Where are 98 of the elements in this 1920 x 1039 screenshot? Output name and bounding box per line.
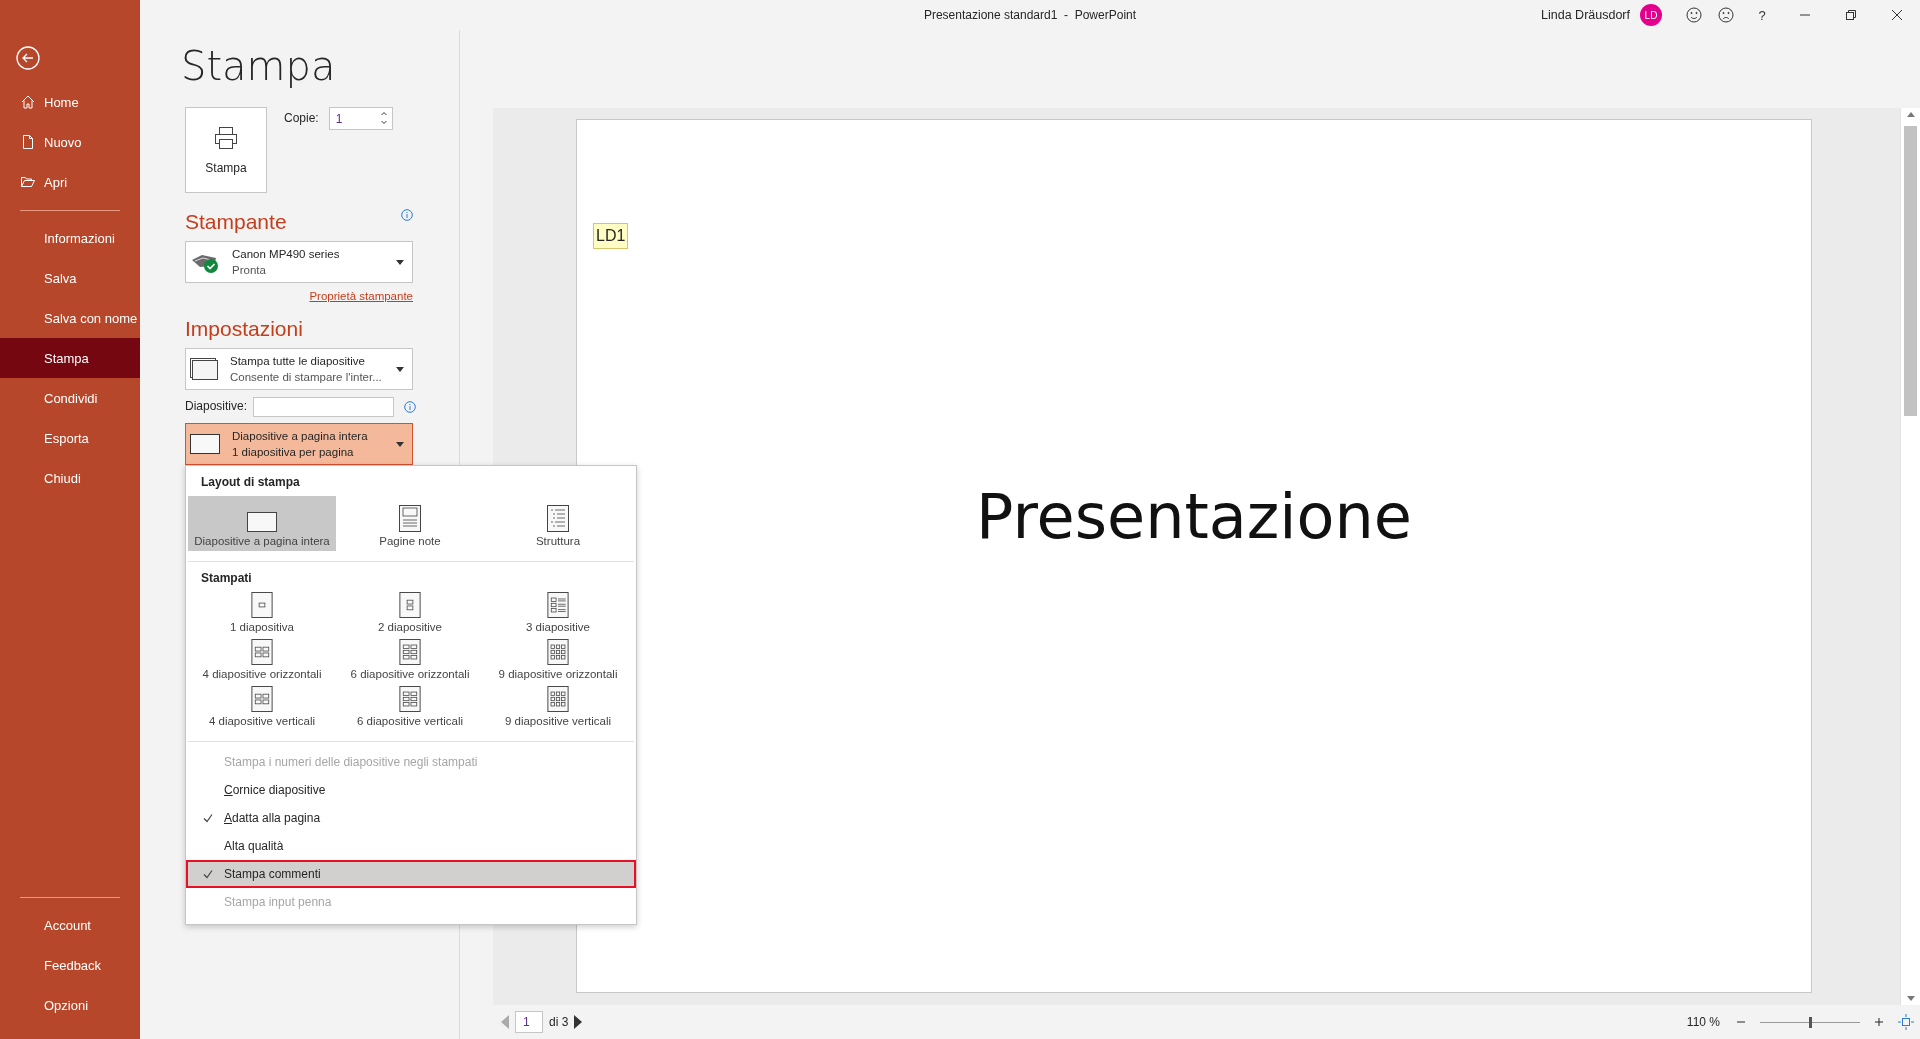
sidebar-item[interactable]: Chiudi bbox=[0, 458, 140, 498]
sidebar-item[interactable]: Stampa bbox=[0, 338, 140, 378]
close-icon bbox=[1891, 9, 1903, 21]
check-icon bbox=[202, 868, 214, 880]
sidebar-item[interactable]: Account bbox=[0, 905, 140, 945]
layout-option[interactable]: 6 diapositive orizzontali bbox=[336, 639, 484, 684]
sidebar-item[interactable]: Esporta bbox=[0, 418, 140, 458]
handout-icon bbox=[399, 592, 421, 618]
handout-icon bbox=[251, 592, 273, 618]
slide-title: Presentazione bbox=[976, 480, 1412, 553]
sidebar-item[interactable]: Salva bbox=[0, 258, 140, 298]
scrollbar-thumb[interactable] bbox=[1904, 126, 1917, 416]
page-number-field[interactable]: 1 bbox=[515, 1011, 543, 1033]
help-button[interactable]: ? bbox=[1742, 0, 1782, 30]
scroll-down-icon bbox=[1905, 995, 1916, 1003]
scroll-up-icon bbox=[1905, 110, 1916, 118]
layout-option[interactable]: 9 diapositive verticali bbox=[484, 686, 632, 731]
caret-icon bbox=[396, 441, 404, 447]
handout-icon bbox=[547, 592, 569, 618]
notes-page-icon bbox=[399, 505, 421, 532]
zoom-in-icon bbox=[1874, 1017, 1884, 1027]
sidebar-item[interactable]: Nuovo bbox=[0, 122, 140, 162]
user-avatar[interactable]: LD bbox=[1640, 4, 1662, 26]
menu-option[interactable]: Alta qualità bbox=[186, 832, 636, 860]
printer-name: Canon MP490 series bbox=[232, 248, 341, 260]
handout-icon bbox=[399, 639, 421, 665]
outline-icon bbox=[547, 505, 569, 532]
layout-option[interactable]: 2 diapositive bbox=[336, 592, 484, 637]
printer-status: Pronta bbox=[232, 264, 267, 276]
check-icon bbox=[202, 812, 214, 824]
layout-subtitle: 1 diapositiva per pagina bbox=[232, 446, 355, 458]
menu-option[interactable]: Adatta alla pagina bbox=[186, 804, 636, 832]
menu-heading: Layout di stampa bbox=[200, 474, 301, 491]
sidebar-item[interactable]: Informazioni bbox=[0, 218, 140, 258]
menu-option[interactable]: Stampa commenti bbox=[186, 860, 636, 888]
menu-option[interactable]: Cornice diapositive bbox=[186, 776, 636, 804]
sidebar-item[interactable]: Apri bbox=[0, 162, 140, 202]
back-button[interactable] bbox=[16, 46, 40, 70]
print-button[interactable]: Stampa bbox=[185, 107, 267, 193]
page-count: di 3 bbox=[549, 1015, 569, 1029]
sidebar-item[interactable]: Feedback bbox=[0, 945, 140, 985]
layout-option[interactable]: Diapositive a pagina intera bbox=[188, 496, 336, 551]
slides-field[interactable] bbox=[253, 396, 395, 417]
home-icon bbox=[20, 94, 36, 110]
next-page-icon bbox=[574, 1015, 583, 1029]
window-title: Presentazione standard1 - PowerPoint bbox=[923, 8, 1137, 22]
zoom-level: 110 % bbox=[1686, 1015, 1720, 1029]
caret-icon bbox=[396, 259, 404, 265]
sidebar-item[interactable]: Opzioni bbox=[0, 985, 140, 1025]
layout-option[interactable]: Pagine note bbox=[336, 496, 484, 551]
comment-marker[interactable]: LD1 bbox=[593, 223, 629, 249]
smiley-icon bbox=[1686, 7, 1702, 23]
sidebar-item[interactable]: Home bbox=[0, 82, 140, 122]
page-title: Stampa bbox=[181, 42, 337, 91]
printer-dropdown[interactable]: Canon MP490 series Pronta bbox=[185, 241, 413, 283]
layout-dropdown[interactable]: Diapositive a pagina intera 1 diapositiva per pagina bbox=[185, 423, 413, 465]
folder-icon bbox=[20, 174, 36, 190]
menu-heading: Stampati bbox=[200, 570, 253, 587]
layout-option[interactable]: 6 diapositive verticali bbox=[336, 686, 484, 731]
layout-option[interactable]: 9 diapositive orizzontali bbox=[484, 639, 632, 684]
handout-icon bbox=[251, 639, 273, 665]
handout-icon bbox=[547, 686, 569, 712]
spin-arrows-icon bbox=[379, 110, 388, 126]
layout-option[interactable]: 3 diapositive bbox=[484, 592, 632, 637]
frown-icon bbox=[1718, 7, 1734, 23]
vertical-scrollbar[interactable] bbox=[1900, 108, 1920, 1005]
previous-page-icon bbox=[501, 1015, 509, 1029]
handout-icon bbox=[251, 686, 273, 712]
fit-to-window-icon bbox=[1898, 1014, 1914, 1030]
printer-properties-link[interactable]: Proprietà stampante bbox=[309, 286, 413, 306]
printer-icon bbox=[213, 125, 239, 151]
copies-field[interactable]: 1 bbox=[328, 107, 393, 130]
sidebar-item[interactable]: Condividi bbox=[0, 378, 140, 418]
restore-icon bbox=[1845, 9, 1857, 21]
back-icon bbox=[16, 46, 40, 70]
slide-icon bbox=[190, 434, 220, 454]
layout-title: Diapositive a pagina intera bbox=[232, 430, 369, 442]
layout-option[interactable]: 4 diapositive verticali bbox=[188, 686, 336, 731]
copies-label: Copie: bbox=[284, 110, 319, 127]
caret-icon bbox=[396, 366, 404, 372]
layout-option[interactable]: 1 diapositiva bbox=[188, 592, 336, 637]
layout-option[interactable]: Struttura bbox=[484, 496, 632, 551]
section-heading: Stampante bbox=[185, 209, 287, 235]
document-icon bbox=[20, 134, 36, 150]
slides-stack-icon bbox=[190, 358, 218, 380]
user-name: Linda Dräusdorf bbox=[1541, 8, 1630, 22]
info-icon bbox=[404, 400, 417, 413]
range-title: Stampa tutte le diapositive bbox=[230, 355, 366, 367]
slides-label: Diapositive: bbox=[185, 398, 248, 415]
range-subtitle: Consente di stampare l'inter... bbox=[230, 371, 383, 383]
handout-icon bbox=[399, 686, 421, 712]
handout-icon bbox=[547, 639, 569, 665]
sidebar-item[interactable]: Salva con nome bbox=[0, 298, 140, 338]
section-heading: Impostazioni bbox=[185, 316, 303, 342]
slide-icon bbox=[247, 512, 277, 532]
print-range-dropdown[interactable]: Stampa tutte le diapositive Consente di stampare l'inter... bbox=[185, 348, 413, 390]
info-icon bbox=[401, 209, 413, 221]
layout-option[interactable]: 4 diapositive orizzontali bbox=[188, 639, 336, 684]
